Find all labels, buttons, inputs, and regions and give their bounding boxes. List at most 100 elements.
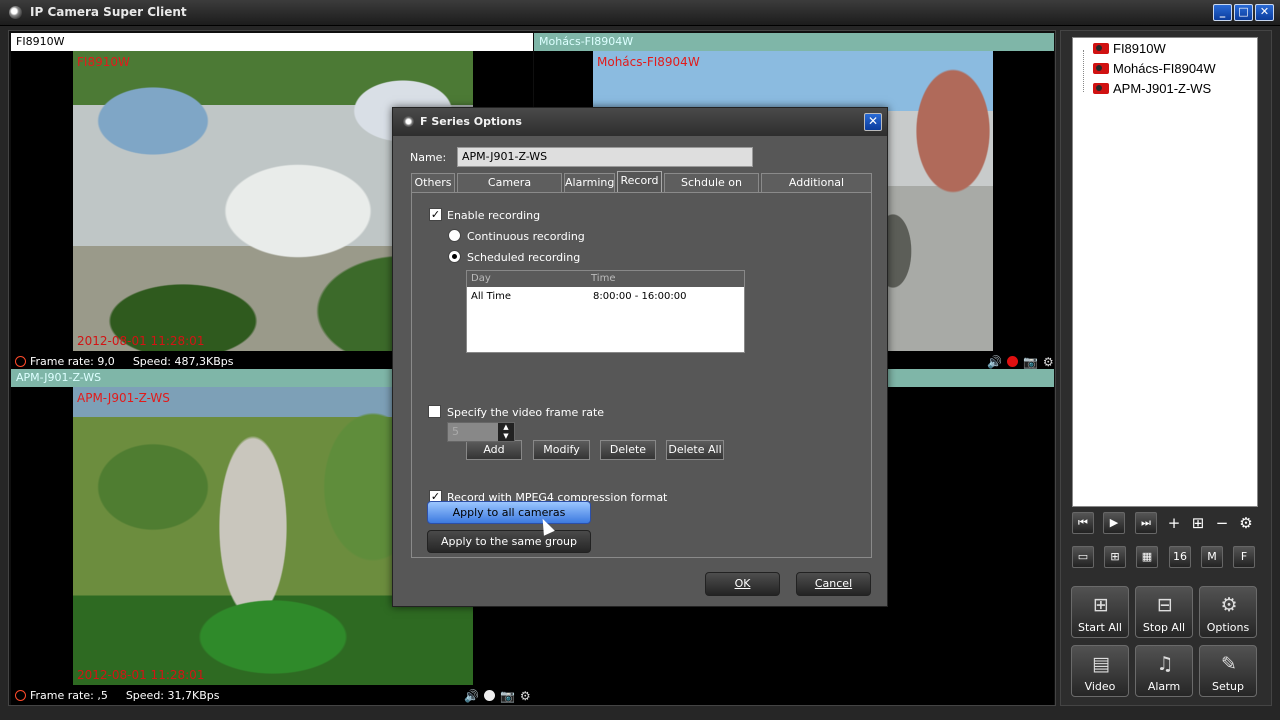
camera-pane-toolbar: 🔊 📷 ⚙ [982, 353, 1054, 369]
enable-recording-checkbox[interactable]: ✓ [429, 208, 442, 221]
maximize-button[interactable]: □ [1234, 4, 1253, 21]
camera-overlay-timestamp: 2012-08-01 11:28:01 [77, 334, 205, 348]
options-label: Options [1206, 621, 1250, 634]
schedule-table[interactable]: Day Time All Time 8:00:00 - 16:00:00 [466, 270, 745, 353]
device-item-apm[interactable]: APM-J901-Z-WS [1093, 79, 1211, 99]
camera-pane-header: Mohács-FI8904W [534, 33, 1054, 51]
device-name: FI8910W [1113, 41, 1166, 56]
next-icon[interactable]: ⏭ [1135, 512, 1157, 534]
layout-16-button[interactable]: 16 [1169, 546, 1191, 568]
delete-button[interactable]: Delete [600, 440, 656, 460]
device-name: Mohács-FI8904W [1113, 61, 1216, 76]
f-series-options-dialog: F Series Options ✕ Name: APM-J901-Z-WS O… [392, 107, 888, 607]
apply-to-same-group-button[interactable]: Apply to the same group [427, 530, 591, 553]
camera-icon [1093, 83, 1109, 94]
apply-to-all-cameras-button[interactable]: Apply to all cameras [427, 501, 591, 524]
camera-icon [1093, 43, 1109, 54]
layout-f-button[interactable]: F [1233, 546, 1255, 568]
record-icon[interactable] [1006, 356, 1018, 367]
speaker-icon[interactable]: 🔊 [987, 355, 1002, 369]
alarm-label: Alarm [1147, 680, 1181, 693]
title-bar: IP Camera Super Client _ □ ✕ [0, 0, 1280, 26]
tab-camera-parameters[interactable]: Camera Parameters [457, 173, 562, 207]
dialog-close-button[interactable]: ✕ [864, 113, 882, 131]
modify-button[interactable]: Modify [533, 440, 590, 460]
app-window: IP Camera Super Client _ □ ✕ FI8910W FI8… [0, 0, 1280, 720]
minimize-button[interactable]: _ [1213, 4, 1232, 21]
clock-icon [15, 690, 26, 701]
spinner-arrows-icon[interactable]: ▲ ▼ [498, 423, 514, 441]
settings-icon[interactable]: ⚙ [1043, 355, 1054, 369]
camera-overlay-name: FI8910W [77, 55, 130, 69]
layout-9-icon[interactable]: ▦ [1136, 546, 1158, 568]
snapshot-icon[interactable]: 📷 [500, 689, 515, 703]
remove-icon[interactable]: − [1211, 512, 1233, 534]
tab-record[interactable]: Record [617, 171, 662, 193]
frame-rate-text: Frame rate: ,5 [30, 689, 108, 702]
alarm-button[interactable]: ♫ Alarm [1135, 645, 1193, 697]
frame-rate-spinner[interactable]: 5 ▲ ▼ [447, 422, 515, 442]
speaker-icon[interactable]: 🔊 [464, 689, 479, 703]
table-row[interactable]: All Time 8:00:00 - 16:00:00 [467, 289, 744, 305]
cameras-icon: ⊞ [1093, 594, 1109, 616]
cameras-icon: ⊟ [1157, 594, 1173, 616]
cancel-button[interactable]: Cancel [796, 572, 871, 596]
clock-icon [15, 356, 26, 367]
column-header-time[interactable]: Time [591, 271, 615, 287]
dialog-title-bar: F Series Options ✕ [393, 108, 887, 136]
camera-icon [1093, 63, 1109, 74]
tab-additional-information[interactable]: Additional Information [761, 173, 872, 207]
scheduled-recording-label: Scheduled recording [467, 251, 581, 264]
setup-button[interactable]: ✎ Setup [1199, 645, 1257, 697]
specify-frame-rate-checkbox[interactable] [428, 405, 441, 418]
dialog-title: F Series Options [420, 115, 522, 128]
add-group-icon[interactable]: ⊞ [1187, 512, 1209, 534]
setup-label: Setup [1211, 680, 1245, 693]
schedule-day-cell: All Time [471, 291, 512, 302]
delete-all-button[interactable]: Delete All [666, 440, 724, 460]
stop-all-button[interactable]: ⊟ Stop All [1135, 586, 1193, 638]
settings-icon[interactable]: ⚙ [520, 689, 531, 703]
schedule-time-cell: 8:00:00 - 16:00:00 [593, 291, 687, 302]
device-item-fi8910w[interactable]: FI8910W [1093, 39, 1166, 59]
frame-rate-text: Frame rate: 9,0 [30, 355, 115, 368]
layout-4-icon[interactable]: ⊞ [1104, 546, 1126, 568]
layout-single-icon[interactable]: ▭ [1072, 546, 1094, 568]
camera-status-bar: Frame rate: ,5 Speed: 31,7KBps [15, 687, 219, 705]
bell-icon: ♫ [1156, 653, 1174, 675]
layout-controls: ▭ ⊞ ▦ 16 M F [1072, 546, 1258, 570]
options-icon: ⚙ [1220, 594, 1238, 616]
record-icon[interactable] [483, 690, 495, 701]
camera-status-bar: Frame rate: 9,0 Speed: 487,3KBps [15, 353, 233, 369]
tree-connector-lines [1083, 50, 1093, 92]
device-tree: FI8910W Mohács-FI8904W APM-J901-Z-WS [1072, 37, 1258, 507]
layout-m-button[interactable]: M [1201, 546, 1223, 568]
speed-text: Speed: 31,7KBps [125, 689, 220, 702]
specify-frame-rate-label: Specify the video frame rate [447, 406, 605, 419]
tab-others[interactable]: Others [411, 173, 455, 192]
ok-button[interactable]: OK [705, 572, 780, 596]
add-button[interactable]: Add [466, 440, 522, 460]
wrench-icon: ✎ [1221, 653, 1237, 675]
start-all-button[interactable]: ⊞ Start All [1071, 586, 1129, 638]
enable-recording-label: Enable recording [447, 209, 541, 222]
name-label: Name: [410, 151, 447, 164]
app-logo-icon [9, 6, 22, 19]
video-button[interactable]: ▤ Video [1071, 645, 1129, 697]
name-field[interactable]: APM-J901-Z-WS [457, 147, 753, 167]
options-button[interactable]: ⚙ Options [1199, 586, 1257, 638]
scheduled-recording-radio[interactable] [448, 250, 461, 263]
continuous-recording-radio[interactable] [448, 229, 461, 242]
add-icon[interactable]: + [1163, 512, 1185, 534]
column-header-day[interactable]: Day [471, 271, 491, 287]
tab-alarming[interactable]: Alarming [564, 173, 615, 192]
snapshot-icon[interactable]: 📷 [1023, 355, 1038, 369]
tab-schdule-on-action[interactable]: Schdule on Action [664, 173, 759, 207]
video-label: Video [1084, 680, 1116, 693]
close-button[interactable]: ✕ [1255, 4, 1274, 21]
device-name: APM-J901-Z-WS [1113, 81, 1212, 96]
play-icon[interactable]: ▶ [1103, 512, 1125, 534]
previous-icon[interactable]: ⏮ [1072, 512, 1094, 534]
device-item-mohacs[interactable]: Mohács-FI8904W [1093, 59, 1216, 79]
gear-icon[interactable]: ⚙ [1235, 512, 1257, 534]
